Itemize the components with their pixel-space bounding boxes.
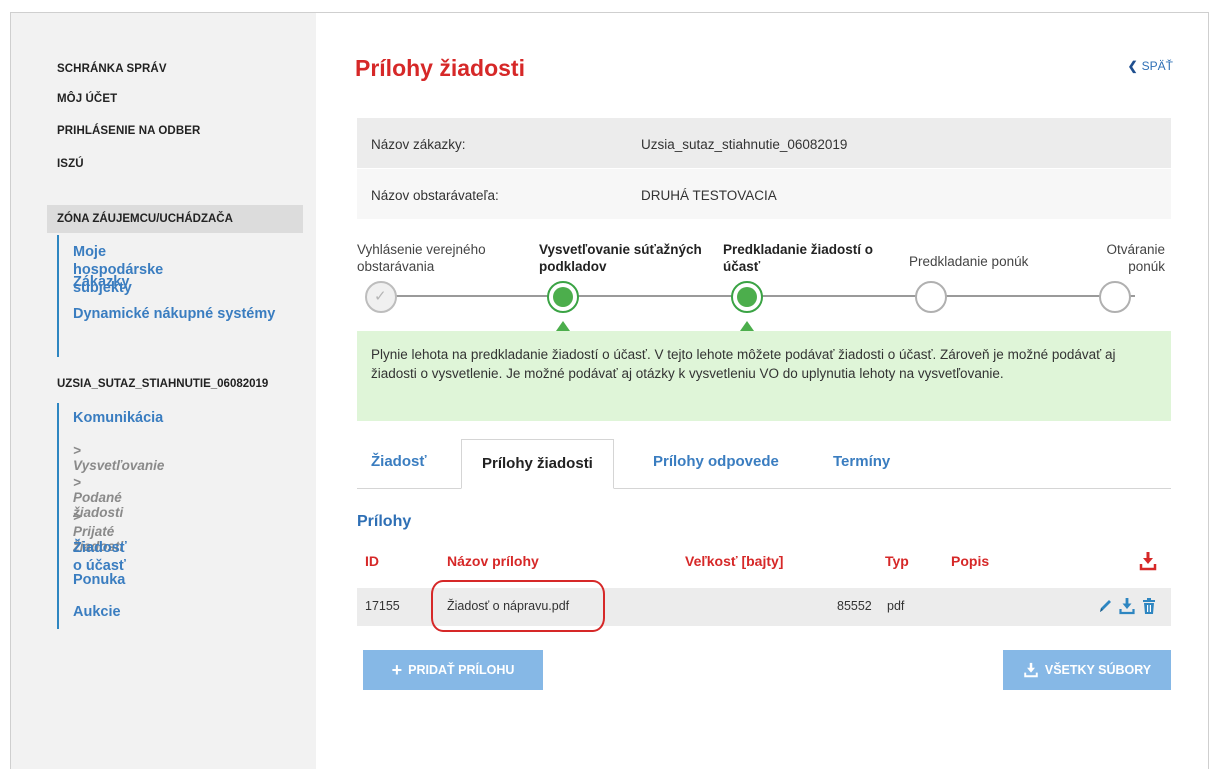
step-circle-offers — [915, 281, 947, 313]
sidebar-link-account[interactable]: MÔJ ÚČET — [57, 93, 117, 105]
download-all-label: VŠETKY SÚBORY — [1044, 663, 1152, 677]
row-actions — [1097, 597, 1157, 615]
sidebar-link-inbox[interactable]: SCHRÁNKA SPRÁV — [57, 63, 167, 75]
active-dot — [737, 287, 757, 307]
tab-reply-attachments[interactable]: Prílohy odpovede — [653, 453, 779, 470]
download-all-icon[interactable] — [1139, 551, 1157, 571]
column-header-size[interactable]: Veľkosť [bajty] — [685, 553, 783, 569]
step-label-clarification: Vysvetľovanie súťažných podkladov — [539, 242, 702, 274]
active-dot — [553, 287, 573, 307]
info-row-tender: Názov zákazky: Uzsia_sutaz_stiahnutie_06… — [357, 118, 1171, 168]
nav-item-auctions[interactable]: Aukcie — [73, 603, 121, 621]
attachments-section-title: Prílohy — [357, 513, 412, 530]
zone-heading: ZÓNA ZÁUJEMCU/UCHÁDZAČA — [47, 205, 303, 233]
step-label-announcement: Vyhlásenie verejného obstarávania — [357, 242, 486, 274]
add-attachment-label: PRIDAŤ PRÍLOHU — [408, 663, 515, 677]
info-label: Názov obstarávateľa: — [371, 188, 499, 203]
download-icon[interactable] — [1119, 597, 1135, 615]
step-label-offers: Predkladanie ponúk — [909, 254, 1029, 269]
tab-deadlines[interactable]: Termíny — [833, 453, 890, 470]
nav-item-dynamic-systems[interactable]: Dynamické nákupné systémy — [73, 305, 283, 323]
tender-nav-group: Komunikácia > Vysvetľovanie > Podané žia… — [57, 403, 164, 629]
column-header-type[interactable]: Typ — [885, 553, 909, 569]
zone-nav-group: Moje hospodárske subjekty Zákazky Dynami… — [57, 235, 275, 357]
cell-size: 85552 — [837, 599, 872, 613]
info-value: DRUHÁ TESTOVACIA — [641, 188, 777, 203]
download-icon — [1024, 662, 1038, 678]
column-header-description[interactable]: Popis — [951, 553, 989, 569]
step-label-participation: Predkladanie žiadostí o účasť — [723, 242, 874, 274]
process-steps: Vyhlásenie verejného obstarávania Vysvet… — [357, 241, 1171, 331]
tab-request-attachments[interactable]: Prílohy žiadosti — [461, 439, 614, 489]
step-circle-clarification — [547, 281, 579, 313]
sidebar-link-iszu[interactable]: ISZÚ — [57, 158, 84, 170]
tender-heading: UZSIA_SUTAZ_STIAHNUTIE_06082019 — [57, 378, 269, 390]
info-value: Uzsia_sutaz_stiahnutie_06082019 — [641, 137, 848, 152]
step-circle-announcement: ✓ — [365, 281, 397, 313]
chevron-left-icon: ❮ — [1127, 59, 1138, 73]
step-circle-opening — [1099, 281, 1131, 313]
info-row-contracting-authority: Názov obstarávateľa: DRUHÁ TESTOVACIA — [357, 169, 1171, 219]
notice-box: Plynie lehota na predkladanie žiadostí o… — [357, 331, 1171, 421]
tab-bar: Žiadosť Prílohy žiadosti Prílohy odpoved… — [357, 439, 1171, 489]
step-circle-participation — [731, 281, 763, 313]
table-header: ID Názov prílohy Veľkosť [bajty] Typ Pop… — [357, 551, 1171, 583]
page-title: Prílohy žiadosti — [355, 55, 525, 81]
step-pointer-participation — [740, 321, 754, 331]
sidebar-link-subscription[interactable]: PRIHLÁSENIE NA ODBER — [57, 125, 200, 137]
nav-item-offer[interactable]: Ponuka — [73, 571, 125, 589]
nav-sub-clarification[interactable]: > Vysvetľovanie — [73, 443, 164, 473]
download-all-files-button[interactable]: VŠETKY SÚBORY — [1003, 650, 1171, 690]
add-attachment-button[interactable]: + PRIDAŤ PRÍLOHU — [363, 650, 543, 690]
column-header-id: ID — [365, 553, 379, 569]
trash-icon[interactable] — [1141, 597, 1157, 615]
plus-icon: + — [391, 660, 403, 680]
nav-item-participation-request[interactable]: Žiadosť o účasť — [73, 539, 127, 575]
nav-item-tenders[interactable]: Zákazky — [73, 273, 129, 291]
back-label: SPÄŤ — [1141, 59, 1173, 73]
sidebar: SCHRÁNKA SPRÁV MÔJ ÚČET PRIHLÁSENIE NA O… — [11, 13, 316, 769]
cell-type: pdf — [887, 599, 905, 613]
tab-request[interactable]: Žiadosť — [371, 453, 427, 470]
app-frame: SCHRÁNKA SPRÁV MÔJ ÚČET PRIHLÁSENIE NA O… — [10, 12, 1209, 769]
check-icon: ✓ — [374, 288, 387, 305]
nav-item-communication[interactable]: Komunikácia — [73, 409, 163, 427]
main-content: Prílohy žiadosti ❮ SPÄŤ Názov zákazky: Uz… — [351, 13, 1173, 769]
step-label-opening: Otváranie ponúk — [1106, 242, 1165, 274]
cell-id: 17155 — [365, 599, 400, 613]
pencil-icon[interactable] — [1097, 597, 1113, 615]
column-header-name[interactable]: Názov prílohy — [447, 553, 539, 569]
step-pointer-clarification — [556, 321, 570, 331]
back-link[interactable]: ❮ SPÄŤ — [1128, 59, 1173, 73]
info-label: Názov zákazky: — [371, 137, 466, 152]
annotation-highlight — [431, 580, 605, 632]
